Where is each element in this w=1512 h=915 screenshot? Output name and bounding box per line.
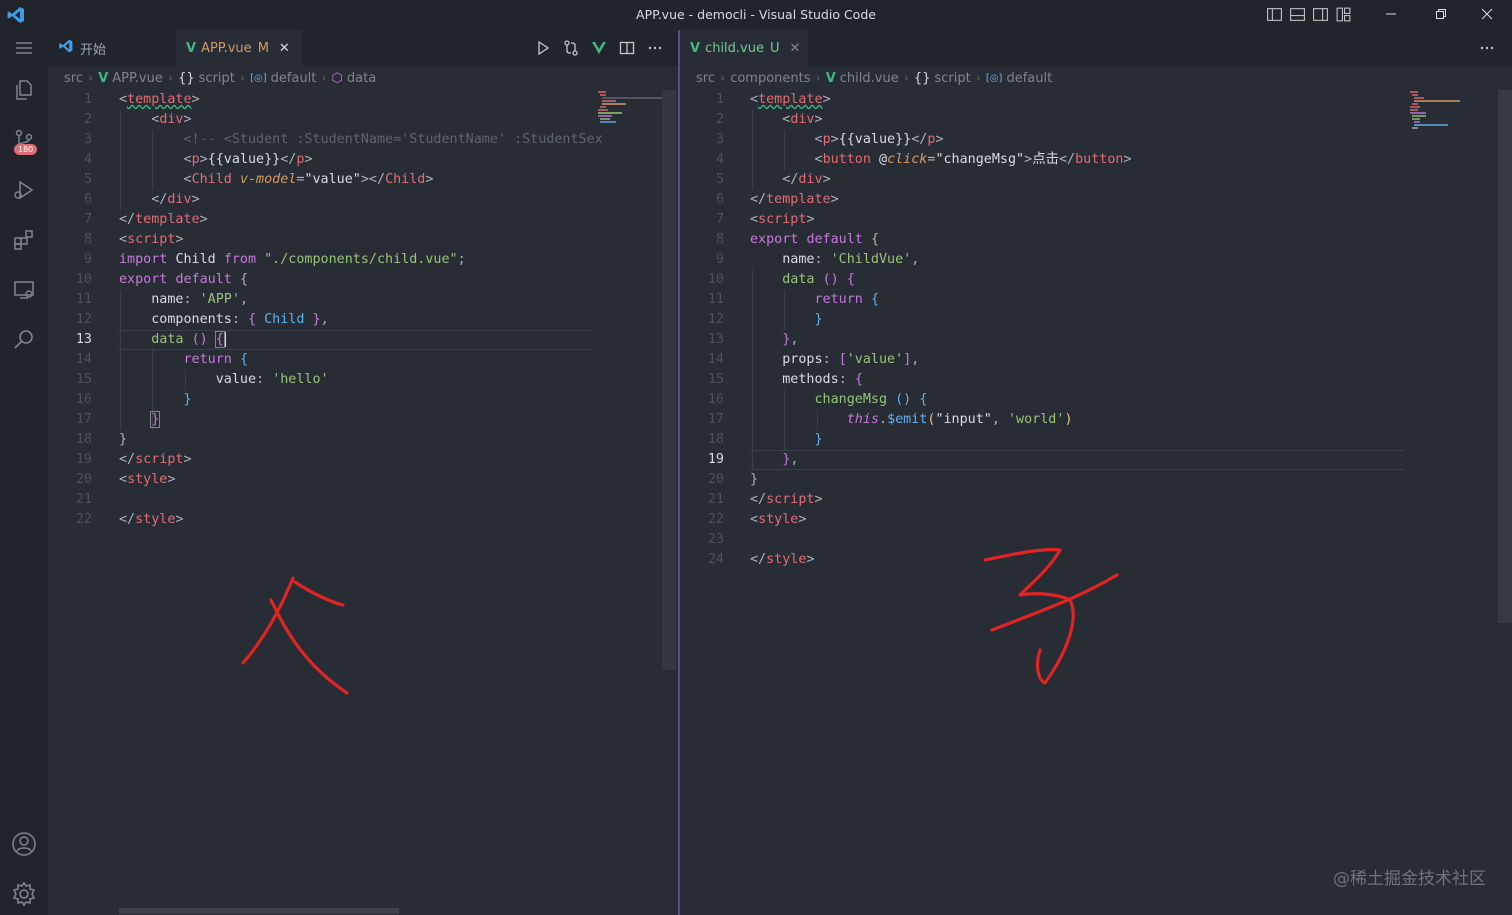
close-window-icon[interactable] — [1472, 3, 1502, 25]
editor-actions — [534, 39, 664, 61]
module-icon: [◎] — [985, 72, 1003, 84]
vue-file-icon: V — [98, 70, 109, 86]
property-icon: ⬡ — [331, 70, 343, 86]
toggle-primary-sidebar-icon[interactable] — [1266, 6, 1283, 24]
close-tab-icon[interactable]: ✕ — [790, 41, 801, 56]
vscode-tab-icon — [58, 38, 74, 58]
tab-label: 开始 — [80, 42, 107, 58]
run-icon[interactable] — [534, 39, 552, 61]
left-tab-bar: 开始 V APP.vue M ✕ — [48, 30, 678, 66]
breadcrumb-item[interactable]: script — [934, 71, 970, 86]
more-actions-icon[interactable] — [646, 39, 664, 61]
remote-explorer-icon[interactable] — [8, 274, 40, 306]
vue-file-icon: V — [825, 70, 836, 86]
menu-icon[interactable] — [8, 32, 40, 64]
breadcrumb: src › V APP.vue › {} script › [◎] defaul… — [64, 70, 377, 86]
tab-label: child.vue — [705, 40, 764, 56]
compare-changes-icon[interactable] — [562, 39, 580, 61]
vertical-scrollbar[interactable] — [1498, 90, 1512, 623]
breadcrumb-item[interactable]: child.vue — [840, 71, 899, 86]
untracked-flag: U — [770, 40, 780, 56]
run-debug-icon[interactable] — [8, 174, 40, 206]
breadcrumb: src › components › V child.vue › {} scri… — [696, 70, 1053, 86]
horizontal-scrollbar[interactable] — [119, 908, 399, 914]
tab-welcome[interactable]: 开始 — [48, 30, 174, 66]
title-bar: APP.vue - democli - Visual Studio Code — [0, 0, 1512, 30]
right-tab-bar: V child.vue U ✕ — [680, 30, 1512, 66]
accounts-icon[interactable] — [8, 828, 40, 860]
vue-file-icon: V — [690, 40, 701, 56]
breadcrumb-item[interactable]: src — [696, 71, 715, 86]
modified-flag: M — [257, 40, 269, 56]
explorer-icon[interactable] — [8, 74, 40, 106]
source-control-badge: 180 — [14, 144, 38, 155]
customize-layout-icon[interactable] — [1335, 6, 1352, 24]
settings-gear-icon[interactable] — [8, 878, 40, 910]
vue-file-icon: V — [186, 40, 197, 56]
tab-child-vue[interactable]: V child.vue U ✕ — [680, 30, 808, 66]
close-tab-icon[interactable]: ✕ — [279, 41, 290, 56]
editor-actions — [1478, 39, 1496, 61]
module-icon: [◎] — [250, 72, 267, 84]
breadcrumb-item[interactable]: APP.vue — [112, 71, 163, 86]
braces-icon: {} — [913, 70, 931, 86]
more-actions-icon[interactable] — [1478, 39, 1496, 61]
activity-bar: 180 — [0, 30, 48, 915]
breadcrumb-item[interactable]: data — [347, 71, 376, 86]
split-editor-icon[interactable] — [618, 39, 636, 61]
watermark: @稀土掘金技术社区 — [1333, 869, 1486, 889]
tab-app-vue[interactable]: V APP.vue M ✕ — [176, 30, 302, 66]
right-code-area[interactable]: 1 2 3 4 5 6 7 8 9 10 11 12 13 14 15 16 17 18 19 20 21 22 23 24 … — [680, 90, 1512, 915]
breadcrumb-item[interactable]: src — [64, 71, 83, 86]
left-editor-pane: 开始 V APP.vue M ✕ src › V APP.vue › {} sc… — [48, 30, 678, 915]
search-icon[interactable] — [8, 324, 40, 356]
breadcrumb-item[interactable]: default — [1006, 71, 1052, 86]
toggle-secondary-sidebar-icon[interactable] — [1312, 6, 1329, 24]
toggle-panel-icon[interactable] — [1289, 6, 1306, 24]
minimap[interactable] — [1408, 90, 1478, 150]
breadcrumb-item[interactable]: script — [199, 71, 235, 86]
tab-label: APP.vue — [201, 40, 252, 56]
minimize-icon[interactable] — [1376, 3, 1406, 25]
vue-devtools-icon[interactable] — [590, 39, 608, 61]
restore-icon[interactable] — [1426, 3, 1456, 25]
extensions-icon[interactable] — [8, 224, 40, 256]
breadcrumb-item[interactable]: default — [271, 71, 317, 86]
braces-icon: {} — [178, 70, 195, 86]
left-code-area[interactable]: 1 2 3 4 5 6 7 8 9 10 11 12 13 14 15 16 17 18 19 20 21 22 <tem… — [48, 90, 678, 915]
minimap[interactable] — [596, 90, 666, 150]
right-editor-pane: V child.vue U ✕ src › components › V chi… — [680, 30, 1512, 915]
breadcrumb-item[interactable]: components — [730, 71, 810, 86]
vertical-scrollbar[interactable] — [662, 90, 676, 670]
